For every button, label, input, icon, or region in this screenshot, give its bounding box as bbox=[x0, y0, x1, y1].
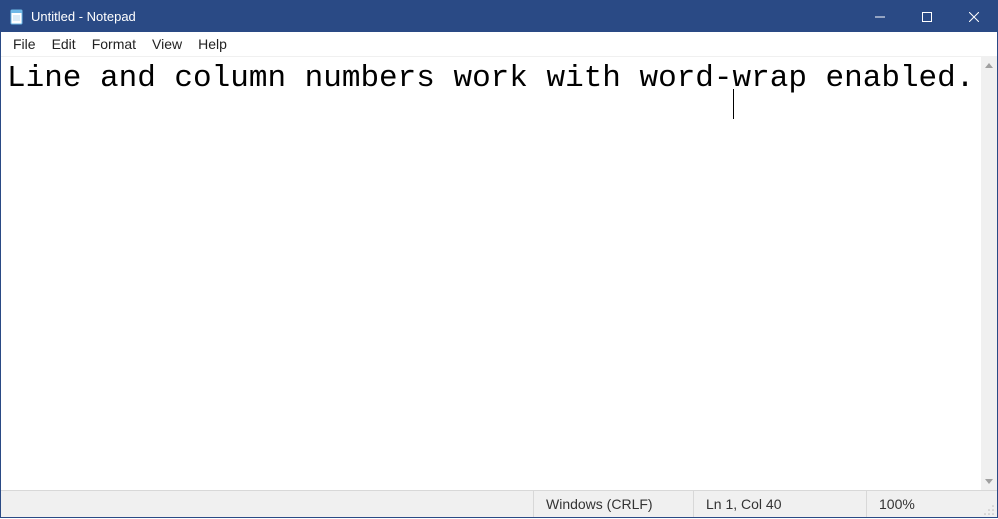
resize-grip-icon[interactable] bbox=[983, 503, 995, 515]
menu-edit[interactable]: Edit bbox=[44, 32, 84, 57]
editor-container: Line and column numbers work with word-w… bbox=[1, 57, 997, 490]
status-line-ending-label: Windows (CRLF) bbox=[546, 496, 653, 512]
text-before-caret: Line and column numbers work with word- bbox=[7, 61, 733, 96]
status-cursor-position-label: Ln 1, Col 40 bbox=[706, 496, 782, 512]
status-line-ending: Windows (CRLF) bbox=[534, 491, 694, 517]
close-button[interactable] bbox=[950, 1, 997, 32]
menu-format[interactable]: Format bbox=[84, 32, 144, 57]
menubar: File Edit Format View Help bbox=[1, 32, 997, 57]
window-controls bbox=[856, 1, 997, 32]
menu-view[interactable]: View bbox=[144, 32, 190, 57]
vertical-scrollbar[interactable] bbox=[980, 57, 997, 490]
window-title: Untitled - Notepad bbox=[31, 9, 136, 24]
minimize-button[interactable] bbox=[856, 1, 903, 32]
text-editor[interactable]: Line and column numbers work with word-w… bbox=[1, 57, 980, 490]
scroll-down-arrow-icon[interactable] bbox=[981, 473, 997, 490]
scroll-up-arrow-icon[interactable] bbox=[981, 57, 997, 74]
notepad-window: Untitled - Notepad File Edit Format View… bbox=[0, 0, 998, 518]
status-zoom: 100% bbox=[867, 491, 997, 517]
menu-file[interactable]: File bbox=[5, 32, 44, 57]
menu-help[interactable]: Help bbox=[190, 32, 235, 57]
statusbar-spacer bbox=[1, 491, 534, 517]
scrollbar-track[interactable] bbox=[981, 74, 997, 473]
maximize-button[interactable] bbox=[903, 1, 950, 32]
text-after-caret: wrap enabled. bbox=[733, 61, 975, 96]
status-zoom-label: 100% bbox=[879, 496, 915, 512]
notepad-icon bbox=[9, 9, 25, 25]
titlebar[interactable]: Untitled - Notepad bbox=[1, 1, 997, 32]
status-cursor-position: Ln 1, Col 40 bbox=[694, 491, 867, 517]
statusbar: Windows (CRLF) Ln 1, Col 40 100% bbox=[1, 490, 997, 517]
